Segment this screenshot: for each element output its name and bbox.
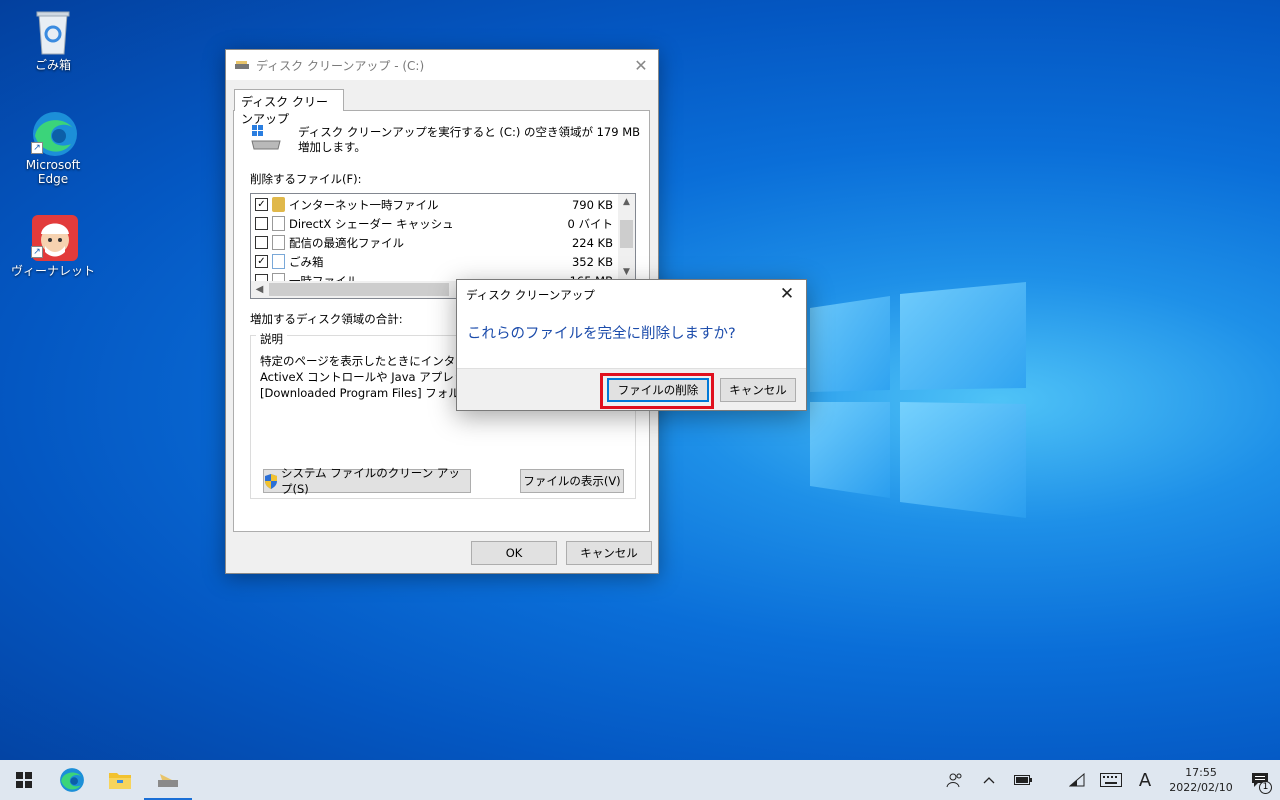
checkbox[interactable] — [255, 236, 268, 249]
taskbar-edge-button[interactable] — [48, 760, 96, 800]
list-item[interactable]: ✓ ごみ箱 352 KB — [251, 252, 619, 271]
description-text: 特定のページを表示したときにインターネット ActiveX コントロールや Ja… — [260, 354, 460, 400]
file-size: 224 KB — [571, 235, 613, 250]
close-icon[interactable]: ✕ — [772, 280, 802, 308]
description-title: 説明 — [256, 331, 287, 347]
file-size: 352 KB — [571, 254, 613, 269]
file-name: インターネット一時ファイル — [289, 197, 439, 212]
cancel-button[interactable]: キャンセル — [566, 541, 652, 565]
taskbar: A 17:55 2022/02/10 1 — [0, 760, 1280, 800]
scroll-left-icon[interactable]: ◀ — [251, 281, 268, 298]
dialog-title: ディスク クリーンアップ — [466, 288, 595, 302]
clock-time: 17:55 — [1185, 766, 1217, 779]
desktop-icon-label: ヴィーナレット — [11, 264, 96, 278]
checkbox[interactable] — [255, 217, 268, 230]
desktop-icon-label: Microsoft Edge — [25, 158, 81, 186]
file-name: 配信の最適化ファイル — [289, 235, 404, 250]
list-item[interactable]: 配信の最適化ファイル 224 KB — [251, 233, 619, 252]
app-character-icon: ↗ — [31, 214, 78, 261]
scroll-thumb[interactable] — [269, 283, 449, 296]
checkbox[interactable]: ✓ — [255, 198, 268, 211]
ok-button[interactable]: OK — [471, 541, 557, 565]
highlight-box — [600, 373, 714, 409]
file-name: DirectX シェーダー キャッシュ — [289, 216, 454, 231]
network-icon[interactable] — [1060, 760, 1094, 800]
recycle-bin-icon — [31, 8, 75, 55]
desktop-icon-app[interactable]: ↗ ヴィーナレット — [11, 214, 95, 279]
desktop-icon-edge[interactable]: ↗ Microsoft Edge — [11, 110, 95, 186]
system-tray: A 17:55 2022/02/10 1 — [938, 760, 1280, 800]
clock[interactable]: 17:55 2022/02/10 — [1162, 765, 1240, 795]
system-cleanup-button[interactable]: システム ファイルのクリーン アップ(S) — [263, 466, 471, 496]
notification-count-badge: 1 — [1259, 781, 1272, 794]
view-files-button[interactable]: ファイルの表示(V) — [520, 469, 624, 493]
window-title: ディスク クリーンアップ - (C:) — [256, 58, 425, 73]
start-icon — [16, 772, 32, 788]
battery-icon[interactable] — [1006, 760, 1040, 800]
cleanup-summary: ディスク クリーンアップを実行すると (C:) の空き領域が 179 MB 増加… — [298, 125, 641, 154]
clock-date: 2022/02/10 — [1169, 781, 1233, 794]
taskbar-disk-cleanup-button[interactable] — [144, 760, 192, 800]
window-titlebar[interactable]: ディスク クリーンアップ - (C:) ✕ — [226, 50, 658, 80]
ime-indicator[interactable]: A — [1128, 760, 1162, 800]
file-size: 790 KB — [571, 197, 613, 212]
files-to-delete-label: 削除するファイル(F): — [250, 172, 362, 186]
close-icon[interactable]: ✕ — [624, 50, 658, 80]
shortcut-arrow-icon: ↗ — [31, 246, 43, 258]
file-icon — [272, 216, 285, 231]
desktop-icon-recycle-bin[interactable]: ごみ箱 — [11, 8, 95, 73]
file-name: ごみ箱 — [289, 254, 324, 269]
recycle-bin-icon — [272, 254, 285, 269]
vertical-scrollbar[interactable]: ▲ ▼ — [618, 194, 635, 281]
disk-cleanup-icon — [158, 774, 178, 787]
taskbar-file-explorer-button[interactable] — [96, 760, 144, 800]
people-icon[interactable] — [938, 760, 972, 800]
list-item[interactable]: DirectX シェーダー キャッシュ 0 バイト — [251, 214, 619, 233]
file-icon — [272, 235, 285, 250]
scroll-thumb[interactable] — [620, 220, 633, 248]
dialog-cancel-button[interactable]: キャンセル — [720, 378, 796, 402]
checkbox[interactable]: ✓ — [255, 255, 268, 268]
file-explorer-icon — [109, 773, 131, 789]
chevron-up-icon[interactable] — [972, 760, 1006, 800]
shield-icon — [264, 473, 278, 489]
wallpaper-windows-logo — [790, 280, 1030, 520]
scroll-up-icon[interactable]: ▲ — [618, 194, 635, 211]
lock-icon — [272, 197, 285, 212]
tab-disk-cleanup[interactable]: ディスク クリーンアップ — [234, 89, 344, 126]
desktop-icon-label: ごみ箱 — [34, 58, 71, 72]
start-button[interactable] — [0, 760, 48, 800]
system-cleanup-label: システム ファイルのクリーン アップ(S) — [281, 466, 460, 496]
edge-icon: ↗ — [31, 110, 77, 156]
file-size: 0 バイト — [567, 216, 613, 231]
drive-icon — [250, 123, 282, 151]
total-gain-label: 増加するディスク領域の合計: — [250, 312, 403, 326]
keyboard-icon[interactable] — [1094, 760, 1128, 800]
notification-center-button[interactable]: 1 — [1240, 760, 1280, 800]
shortcut-arrow-icon: ↗ — [31, 142, 43, 154]
list-item[interactable]: ✓ インターネット一時ファイル 790 KB — [251, 195, 619, 214]
confirm-question: これらのファイルを完全に削除しますか? — [467, 326, 736, 342]
edge-icon — [60, 768, 84, 792]
disk-cleanup-icon — [234, 59, 250, 71]
